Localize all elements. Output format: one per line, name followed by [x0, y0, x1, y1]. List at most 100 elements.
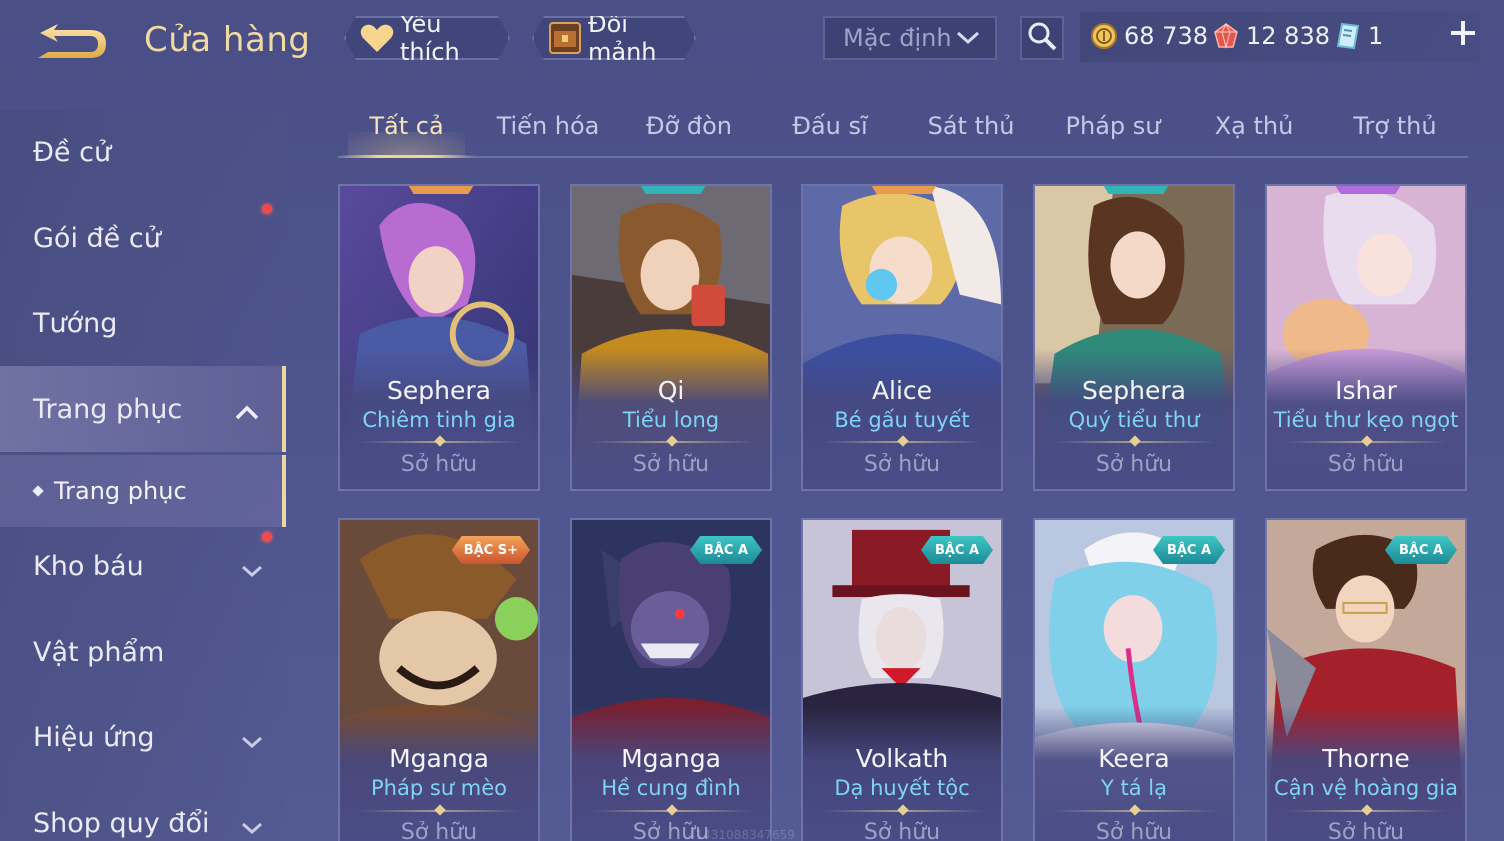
heart-icon	[360, 20, 394, 56]
skin-card[interactable]: BẬC A Thorne Cận vệ hoàng gia Sở hữu	[1265, 518, 1467, 841]
sort-dropdown[interactable]: Mặc định	[823, 16, 997, 60]
skin-card[interactable]: Ishar Tiểu thư kẹo ngọt Sở hữu	[1265, 184, 1467, 491]
skin-card[interactable]: Alice Bé gấu tuyết Sở hữu	[801, 184, 1003, 491]
owned-status: Sở hữu	[863, 452, 941, 477]
notification-dot	[262, 204, 272, 214]
hero-name: Mganga	[621, 744, 721, 773]
chevron-down-icon	[240, 727, 264, 758]
sidebar-item-label: Gói đề cử	[33, 222, 161, 254]
tab-evolution[interactable]: Tiến hóa	[480, 112, 616, 152]
hero-name: Sephera	[1082, 376, 1186, 405]
tab-fighter[interactable]: Đấu sĩ	[762, 112, 898, 152]
sidebar-item-exchange-shop[interactable]: Shop quy đổi	[0, 793, 286, 841]
watermark-id: 41431088347659	[688, 828, 795, 841]
tab-tank[interactable]: Đỡ đòn	[621, 112, 757, 152]
hero-name: Thorne	[1322, 744, 1410, 773]
card-divider	[1055, 810, 1215, 812]
notification-dot	[262, 532, 272, 542]
tier-label: BẬC A	[703, 542, 749, 558]
active-tab-underline	[338, 155, 475, 158]
tab-mage[interactable]: Pháp sư	[1044, 112, 1182, 152]
sidebar-item-skins[interactable]: Trang phục	[0, 366, 286, 452]
chevron-up-icon	[234, 398, 260, 429]
tier-ribbon	[1332, 186, 1404, 194]
treasure-chest-icon	[548, 20, 582, 56]
add-currency-button[interactable]	[1446, 18, 1480, 52]
sidebar-item-label: Shop quy đổi	[33, 807, 210, 839]
favorite-button[interactable]: Yêu thích	[344, 16, 510, 60]
plus-icon	[1451, 21, 1475, 45]
sidebar-item-items[interactable]: Vật phẩm	[0, 622, 286, 682]
shard-exchange-button[interactable]: Đổi mảnh	[532, 16, 696, 60]
sidebar-item-treasure[interactable]: Kho báu	[0, 536, 286, 596]
owned-status: Sở hữu	[863, 820, 941, 841]
hero-name: Qi	[657, 376, 685, 405]
ruby-currency: 12 838	[1212, 20, 1330, 52]
sidebar-item-heroes[interactable]: Tướng	[0, 293, 286, 353]
sort-selected: Mặc định	[843, 24, 952, 52]
tier-ribbon	[405, 186, 477, 194]
hero-name: Mganga	[389, 744, 489, 773]
skin-name: Dạ huyết tộc	[834, 776, 970, 800]
hero-name: Sephera	[387, 376, 491, 405]
skin-name: Hề cung đình	[601, 776, 741, 800]
skin-card[interactable]: Sephera Quý tiểu thư Sở hữu	[1033, 184, 1235, 491]
skin-name: Pháp sư mèo	[371, 776, 507, 800]
skin-card[interactable]: Qi Tiểu long Sở hữu	[570, 184, 772, 491]
sidebar-item-featured-bundles[interactable]: Gói đề cử	[0, 208, 286, 268]
sidebar-item-label: Vật phẩm	[33, 636, 165, 668]
sidebar-item-label: Trang phục	[33, 393, 183, 425]
tier-label: BẬC S+	[463, 542, 518, 558]
tier-label: BẬC A	[1166, 542, 1212, 558]
tab-all[interactable]: Tất cả	[338, 112, 475, 152]
skin-card[interactable]: BẬC A Mganga Hề cung đình Sở hữu	[570, 518, 772, 841]
sidebar-item-effects[interactable]: Hiệu ứng	[0, 707, 286, 767]
sidebar-subitem-label: Trang phục	[54, 477, 187, 505]
card-divider	[1287, 810, 1447, 812]
top-bar: Cửa hàng Yêu thích Đổi mảnh Mặc định 68 …	[0, 0, 1504, 80]
search-icon	[1026, 20, 1058, 56]
skin-card[interactable]: BẬC S+ Mganga Pháp sư mèo Sở hữu	[338, 518, 540, 841]
tier-ribbon	[868, 186, 940, 194]
hero-name: Alice	[871, 376, 933, 405]
sidebar-item-featured[interactable]: Đề cử	[0, 122, 286, 182]
search-button[interactable]	[1020, 16, 1064, 60]
sidebar-subitem-skins[interactable]: Trang phục	[0, 455, 286, 527]
sidebar-item-label: Đề cử	[33, 136, 112, 168]
tier-ribbon	[1100, 186, 1172, 194]
owned-status: Sở hữu	[1327, 820, 1405, 841]
card-divider	[1287, 441, 1447, 443]
skin-name: Y tá lạ	[1101, 776, 1167, 800]
tab-support[interactable]: Trợ thủ	[1327, 112, 1463, 152]
owned-status: Sở hữu	[1095, 820, 1173, 841]
tab-marksman[interactable]: Xạ thủ	[1186, 112, 1322, 152]
tier-label: BẬC A	[934, 542, 980, 558]
sidebar-item-label: Tướng	[33, 307, 118, 339]
skin-card[interactable]: BẬC A Keera Y tá lạ Sở hữu	[1033, 518, 1235, 841]
card-divider	[823, 810, 983, 812]
skin-name: Bé gấu tuyết	[834, 408, 970, 432]
owned-status: Sở hữu	[400, 452, 478, 477]
voucher-card-icon	[1334, 22, 1362, 50]
voucher-amount: 1	[1368, 22, 1384, 50]
card-divider	[360, 441, 520, 443]
tier-badge: BẬC A	[921, 536, 993, 564]
ruby-gem-icon	[1212, 22, 1240, 50]
hero-name: Ishar	[1335, 376, 1397, 405]
owned-status: Sở hữu	[1095, 452, 1173, 477]
role-tabs: Tất cả Tiến hóa Đỡ đòn Đấu sĩ Sát thủ Ph…	[338, 104, 1468, 158]
skin-name: Chiêm tinh gia	[362, 408, 516, 432]
card-divider	[823, 441, 983, 443]
favorite-label: Yêu thích	[400, 10, 460, 66]
card-divider	[1055, 441, 1215, 443]
owned-status: Sở hữu	[632, 452, 710, 477]
tab-assassin[interactable]: Sát thủ	[903, 112, 1039, 152]
card-divider	[592, 810, 752, 812]
skin-card[interactable]: Sephera Chiêm tinh gia Sở hữu	[338, 184, 540, 491]
back-arrow-icon[interactable]	[34, 22, 112, 66]
skin-card[interactable]: BẬC A Volkath Dạ huyết tộc Sở hữu	[801, 518, 1003, 841]
tier-badge: BẬC A	[690, 536, 762, 564]
hero-name: Keera	[1098, 744, 1170, 773]
gold-amount: 68 738	[1124, 22, 1208, 50]
skin-name: Cận vệ hoàng gia	[1274, 776, 1458, 800]
